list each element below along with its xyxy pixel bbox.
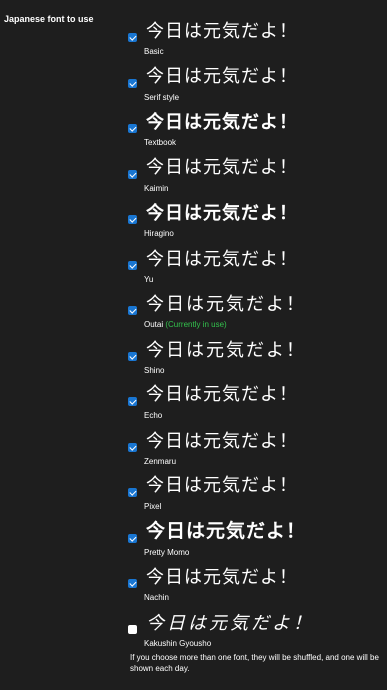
font-sample: 今日は元気だよ！ [146,384,298,405]
font-sample: 今日は元気だよ！ [146,612,314,633]
font-checkbox-textbook[interactable] [128,124,137,133]
font-sample: 今日は元気だよ！ [146,339,306,360]
font-option-echo[interactable]: 今日は元気だよ！ Echo [128,384,383,430]
font-name-label: Zenmaru [144,456,177,466]
font-sample: 今日は元気だよ！ [146,475,298,496]
font-sample: 今日は元気だよ！ [146,21,298,41]
font-option-textbook[interactable]: 今日は元気だよ！ Textbook [128,111,383,157]
font-option-yu[interactable]: 今日は元気だよ！ Yu [128,248,383,294]
font-checkbox-echo[interactable] [128,397,137,406]
font-checkbox-yu[interactable] [128,260,137,270]
font-option-hiragino[interactable]: 今日は元気だよ！ Hiragino [128,202,383,248]
font-checkbox-kakushin-gyousho[interactable] [128,624,137,634]
font-option-basic[interactable]: 今日は元気だよ！ Basic [128,20,383,66]
font-sample: 今日は元気だよ！ [146,112,298,132]
font-name-label: Pretty Momo [144,547,190,557]
font-sample: 今日は元気だよ！ [146,520,307,542]
font-name-label: Textbook [144,138,177,147]
font-checkbox-zenmaru[interactable] [128,442,137,452]
font-option-list: 今日は元気だよ！ Basic 今日は元気だよ！ Serif style 今日は元… [128,20,383,657]
font-name-label: Kaimin [144,183,169,193]
font-sample: 今日は元気だよ！ [146,65,298,87]
font-checkbox-shino[interactable] [128,351,137,361]
font-option-pixel[interactable]: 今日は元気だよ！ Pixel [128,475,383,521]
font-sample: 今日は元気だよ！ [146,294,306,314]
font-option-serif-style[interactable]: 今日は元気だよ！ Serif style [128,66,383,112]
font-option-kaimin[interactable]: 今日は元気だよ！ Kaimin [128,157,383,203]
font-name-label: Shino [144,365,165,375]
shuffle-help-text: If you choose more than one font, they w… [130,653,379,673]
font-checkbox-serif-style[interactable] [128,78,137,88]
font-name-label: Yu [144,274,154,284]
font-option-zenmaru[interactable]: 今日は元気だよ！ Zenmaru [128,430,383,476]
font-name-label: Basic [144,47,164,56]
font-checkbox-nachin[interactable] [128,579,137,588]
font-sample: 今日は元気だよ！ [146,567,298,587]
font-sample: 今日は元気だよ！ [146,203,298,223]
font-option-pretty-momo[interactable]: 今日は元気だよ！ Pretty Momo [128,521,383,567]
font-checkbox-pretty-momo[interactable] [128,533,137,543]
font-checkbox-hiragino[interactable] [128,215,137,224]
font-option-kakushin-gyousho[interactable]: 今日は元気だよ！ Kakushin Gyousho [128,612,383,658]
font-name-label: Kakushin Gyousho [144,638,212,648]
font-checkbox-kaimin[interactable] [128,169,137,179]
font-name-label: Nachin [144,593,169,602]
font-name-label: Outai (Currently in use) [144,320,227,329]
currently-in-use-badge: (Currently in use) [165,320,227,329]
font-option-outai[interactable]: 今日は元気だよ！ Outai (Currently in use) [128,293,383,339]
section-label: Japanese font to use [4,14,94,24]
font-name-label: Hiragino [144,229,174,238]
font-sample: 今日は元気だよ！ [146,248,298,269]
font-name-label: Pixel [144,502,162,511]
font-name-label: Echo [144,411,163,420]
font-sample: 今日は元気だよ！ [146,430,298,451]
font-sample: 今日は元気だよ！ [146,156,298,178]
font-checkbox-pixel[interactable] [128,488,137,497]
font-option-nachin[interactable]: 今日は元気だよ！ Nachin [128,566,383,612]
font-name-label: Serif style [144,92,180,102]
font-option-shino[interactable]: 今日は元気だよ！ Shino [128,339,383,385]
font-checkbox-basic[interactable] [128,33,137,42]
font-checkbox-outai[interactable] [128,306,137,315]
